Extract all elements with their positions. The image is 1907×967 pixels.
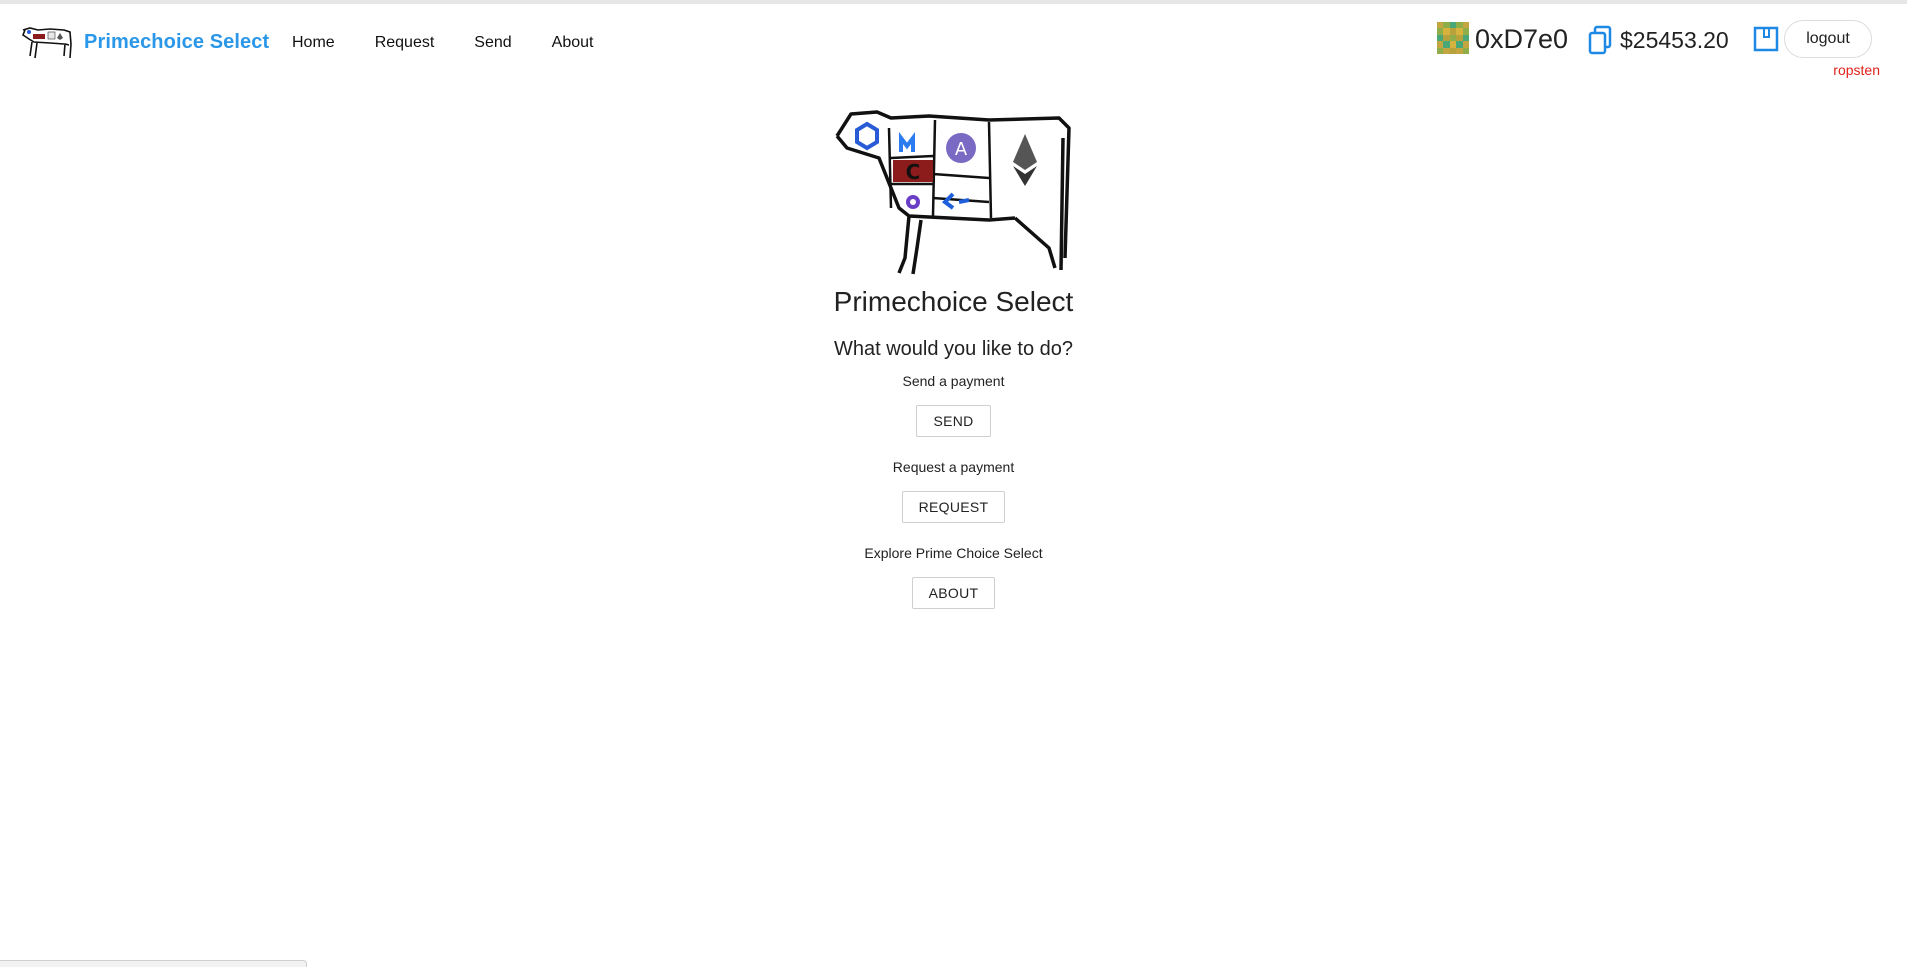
- wallet-icon[interactable]: [1753, 25, 1779, 53]
- svg-text:C: C: [905, 160, 920, 184]
- nav-home[interactable]: Home: [292, 34, 335, 52]
- nav-about[interactable]: About: [552, 34, 594, 52]
- account-panel: 0xD7e0 $25453.20 logout ropsten: [1437, 18, 1907, 78]
- about-button[interactable]: ABOUT: [911, 577, 996, 609]
- identicon: [1437, 22, 1469, 54]
- request-action: Request a payment REQUEST: [0, 459, 1907, 523]
- nav-request[interactable]: Request: [375, 34, 435, 52]
- about-description: Explore Prime Choice Select: [864, 545, 1043, 561]
- copy-icon[interactable]: [1587, 25, 1613, 55]
- nav-send[interactable]: Send: [474, 34, 511, 52]
- navbar: Primechoice Select Home Request Send Abo…: [0, 4, 1907, 84]
- wallet-balance: $25453.20: [1620, 27, 1729, 53]
- page-question: What would you like to do?: [833, 338, 1074, 360]
- request-description: Request a payment: [892, 459, 1015, 475]
- main-nav: Home Request Send About: [292, 34, 633, 52]
- send-description: Send a payment: [902, 373, 1005, 389]
- send-button[interactable]: SEND: [916, 405, 991, 437]
- svg-text:A: A: [954, 139, 967, 160]
- send-action: Send a payment SEND: [0, 373, 1907, 437]
- about-action: Explore Prime Choice Select ABOUT: [0, 545, 1907, 609]
- logout-button[interactable]: logout: [1784, 20, 1872, 58]
- wallet-address: 0xD7e0: [1475, 24, 1569, 54]
- brand-name: Primechoice Select: [84, 30, 270, 53]
- network-label: ropsten: [1833, 62, 1880, 78]
- cow-hero-image: C A: [835, 110, 1071, 275]
- cow-logo-icon: [22, 27, 72, 59]
- main-content: C A Primechoice Select What would you li…: [0, 84, 1907, 609]
- request-button[interactable]: REQUEST: [901, 491, 1006, 523]
- brand[interactable]: Primechoice Select: [20, 22, 269, 62]
- page-title: Primechoice Select: [833, 286, 1074, 317]
